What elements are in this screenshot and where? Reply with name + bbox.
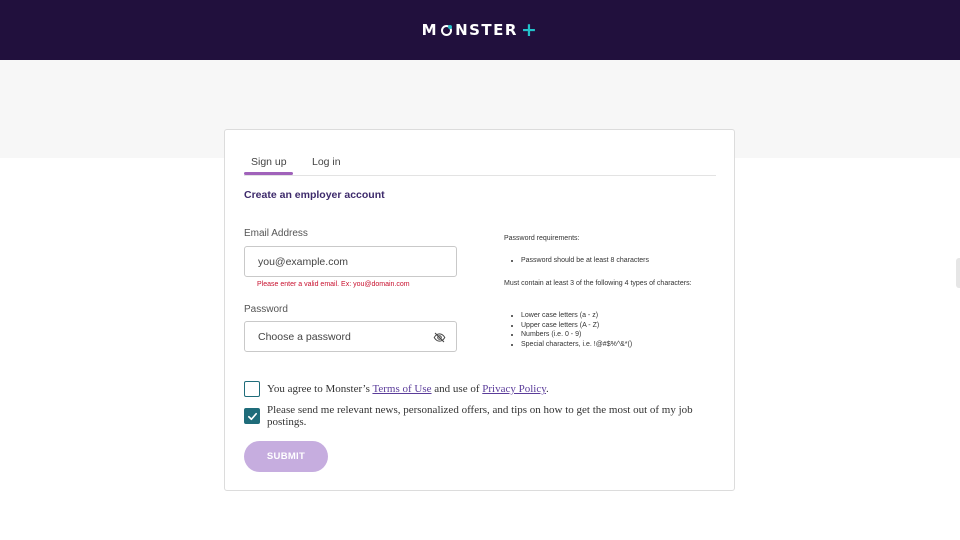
email-label: Email Address [244,228,308,239]
requirement-type: Upper case letters (A - Z) [521,321,721,331]
privacy-policy-link[interactable]: Privacy Policy [482,383,546,395]
submit-button[interactable]: SUBMIT [244,441,328,472]
email-field[interactable] [258,255,418,268]
terms-checkbox[interactable] [244,381,260,397]
requirements-length-list: Password should be at least 8 characters [504,256,721,266]
monster-logo[interactable]: M NSTER + [421,18,539,41]
requirements-types-list: Lower case letters (a - z) Upper case le… [504,311,721,349]
requirement-type: Special characters, i.e. !@#$%^&*() [521,340,721,350]
auth-tabs: Sign up Log in [244,148,716,176]
terms-middle: and use of [434,383,480,395]
tab-login[interactable]: Log in [312,156,341,168]
eye-slash-icon[interactable] [433,331,446,344]
logo-text-m: M [421,21,439,39]
top-header: M NSTER + [0,0,960,60]
terms-suffix: . [546,383,549,395]
active-tab-indicator [244,172,293,175]
terms-text: You agree to Monster’s Terms of Use and … [267,383,549,395]
password-field[interactable] [258,330,418,343]
side-panel-handle[interactable] [956,258,960,288]
terms-row: You agree to Monster’s Terms of Use and … [244,381,549,397]
email-error-message: Please enter a valid email. Ex: you@doma… [257,281,410,288]
requirements-title: Password requirements: [504,235,580,242]
news-checkbox[interactable] [244,408,260,424]
news-row: Please send me relevant news, personaliz… [244,404,734,428]
logo-plus: + [520,18,539,41]
requirement-type: Numbers (i.e. 0 - 9) [521,330,721,340]
requirement-length: Password should be at least 8 characters [521,256,721,266]
monster-logo-icon [441,24,453,36]
password-field-wrapper [244,321,457,352]
terms-prefix: You agree to Monster’s [267,383,370,395]
requirements-intro: Must contain at least 3 of the following… [504,280,692,287]
signup-card: Sign up Log in Create an employer accoun… [224,129,735,491]
form-heading: Create an employer account [244,189,385,201]
terms-of-use-link[interactable]: Terms of Use [372,383,431,395]
requirement-type: Lower case letters (a - z) [521,311,721,321]
news-label: Please send me relevant news, personaliz… [267,404,693,428]
checkmark-icon [247,412,257,420]
tab-signup[interactable]: Sign up [251,156,287,168]
password-label: Password [244,304,288,315]
email-field-wrapper [244,246,457,277]
logo-text-rest: NSTER [455,21,518,39]
